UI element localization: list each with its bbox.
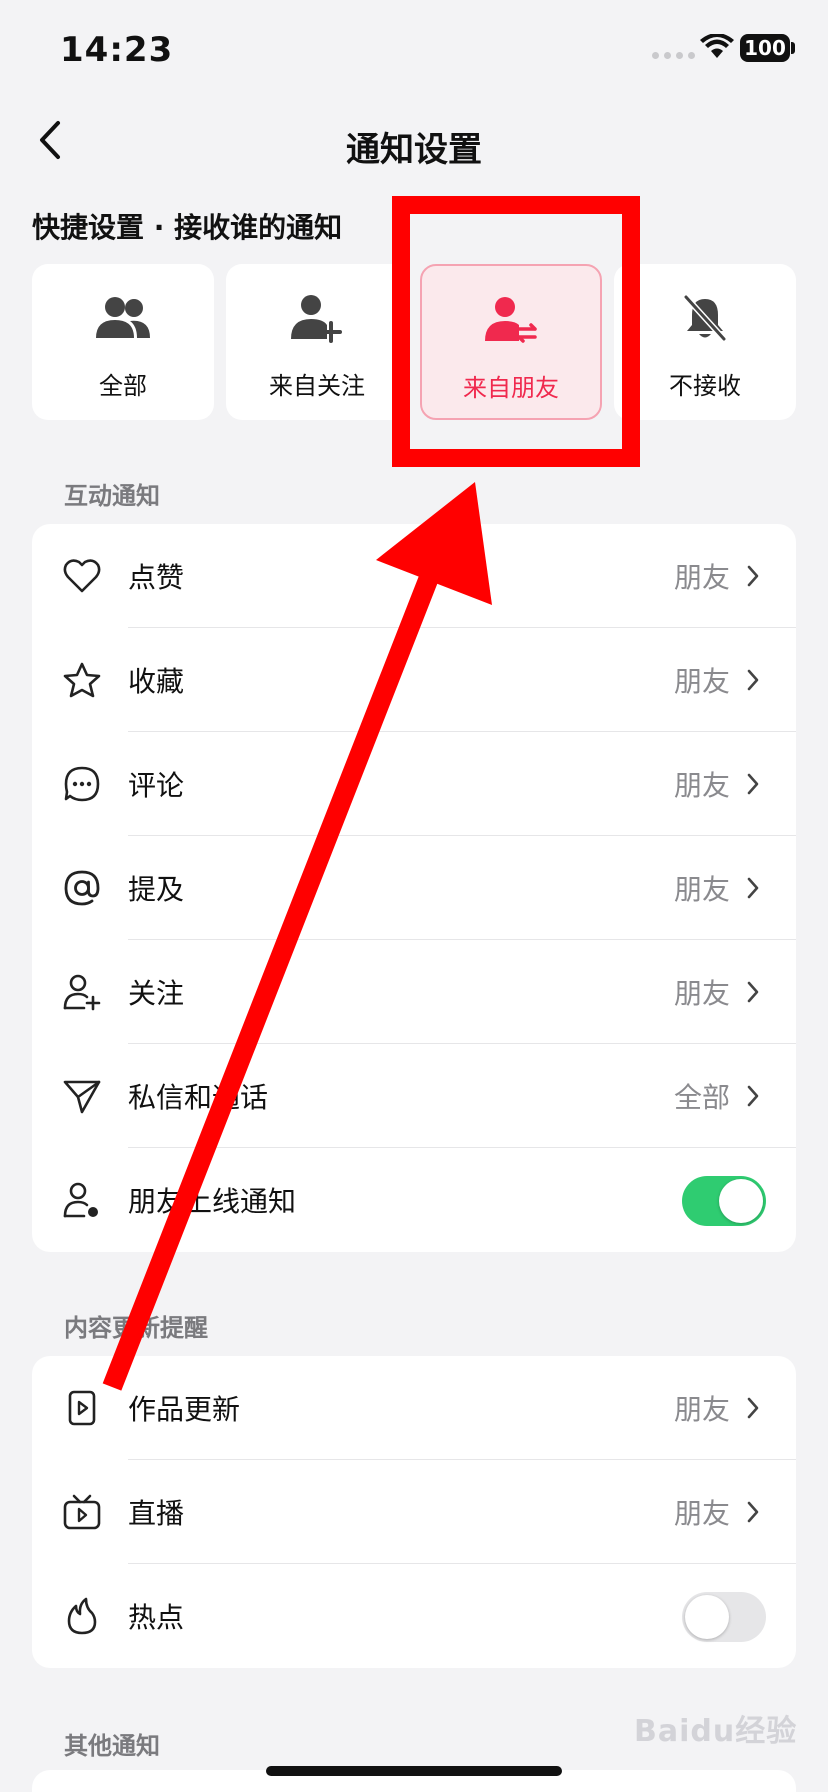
setting-label: 提及 <box>128 873 185 906</box>
section-title-interaction: 互动通知 <box>64 482 160 510</box>
setting-row-favorite[interactable]: 收藏 朋友 <box>32 628 796 732</box>
setting-label: 热点 <box>128 1601 185 1634</box>
battery-indicator: 100 <box>740 34 790 62</box>
friend-online-toggle[interactable] <box>682 1176 766 1226</box>
home-indicator[interactable] <box>266 1766 562 1776</box>
chevron-right-icon <box>747 1085 759 1107</box>
video-icon <box>62 1388 102 1428</box>
group-icon <box>94 290 152 346</box>
hot-toggle[interactable] <box>682 1592 766 1642</box>
comment-icon <box>62 764 102 804</box>
wifi-icon <box>700 34 734 58</box>
setting-row-mention[interactable]: 提及 朋友 <box>32 836 796 940</box>
quick-option-label: 全部 <box>99 372 147 400</box>
setting-label: 直播 <box>128 1497 185 1530</box>
setting-row-live[interactable]: 直播 朋友 <box>32 1460 796 1564</box>
nav-bar: 通知设置 <box>0 100 828 180</box>
star-icon <box>62 660 102 700</box>
setting-value: 朋友 <box>673 1393 730 1426</box>
setting-row-messages[interactable]: 私信和通话 全部 <box>32 1044 796 1148</box>
tv-icon <box>62 1492 102 1532</box>
quick-option-label: 不接收 <box>669 372 741 400</box>
at-icon <box>62 868 102 908</box>
watermark: Baidu经验 <box>634 1714 798 1749</box>
user-online-icon <box>62 1180 102 1220</box>
chevron-right-icon <box>747 669 759 691</box>
toggle-knob <box>719 1179 763 1223</box>
quick-option-following[interactable]: 来自关注 <box>226 264 408 420</box>
quick-option-none[interactable]: 不接收 <box>614 264 796 420</box>
user-add-icon <box>62 972 102 1012</box>
setting-label: 收藏 <box>128 665 185 698</box>
setting-value: 朋友 <box>673 1497 730 1530</box>
setting-value: 全部 <box>673 1081 730 1114</box>
section-title-content-updates: 内容更新提醒 <box>64 1314 208 1342</box>
setting-label: 评论 <box>128 769 185 802</box>
flame-icon <box>62 1596 102 1636</box>
setting-row-friend-online: 朋友上线通知 <box>32 1148 796 1252</box>
content-updates-group: 作品更新 朋友 直播 朋友 热点 <box>32 1356 796 1668</box>
quick-option-label: 来自关注 <box>269 372 365 400</box>
setting-value: 朋友 <box>673 977 730 1010</box>
status-time: 14:23 <box>60 30 174 70</box>
user-plus-icon <box>291 290 343 346</box>
chevron-right-icon <box>747 981 759 1003</box>
status-bar: 14:23 100 <box>0 0 828 100</box>
chevron-right-icon <box>747 565 759 587</box>
quick-settings-title: 快捷设置 · 接收谁的通知 <box>32 211 343 244</box>
chevron-right-icon <box>747 877 759 899</box>
setting-value: 朋友 <box>673 561 730 594</box>
page-title: 通知设置 <box>346 130 482 170</box>
setting-label: 私信和通话 <box>128 1081 269 1114</box>
setting-row-like[interactable]: 点赞 朋友 <box>32 524 796 628</box>
section-title-other: 其他通知 <box>64 1732 160 1760</box>
setting-value: 朋友 <box>673 665 730 698</box>
setting-row-works-update[interactable]: 作品更新 朋友 <box>32 1356 796 1460</box>
setting-row-comment[interactable]: 评论 朋友 <box>32 732 796 836</box>
setting-label: 点赞 <box>128 561 185 594</box>
setting-value: 朋友 <box>673 769 730 802</box>
bell-off-icon <box>680 290 730 346</box>
quick-option-label: 来自朋友 <box>463 374 559 402</box>
chevron-right-icon <box>747 1501 759 1523</box>
toggle-knob <box>685 1595 729 1639</box>
heart-icon <box>62 556 102 596</box>
user-swap-icon <box>485 292 537 348</box>
chevron-right-icon <box>747 1397 759 1419</box>
quick-option-friends[interactable]: 来自朋友 <box>420 264 602 420</box>
quick-option-all[interactable]: 全部 <box>32 264 214 420</box>
chevron-right-icon <box>747 773 759 795</box>
signal-icon <box>652 52 695 59</box>
setting-value: 朋友 <box>673 873 730 906</box>
setting-label: 朋友上线通知 <box>128 1185 297 1218</box>
send-icon <box>62 1076 102 1116</box>
setting-label: 作品更新 <box>128 1393 241 1426</box>
setting-label: 关注 <box>128 977 185 1010</box>
interaction-group: 点赞 朋友 收藏 朋友 评论 朋友 提及 朋友 关注 朋友 私信和通话 全部 朋… <box>32 524 796 1252</box>
setting-row-follow[interactable]: 关注 朋友 <box>32 940 796 1044</box>
battery-tip <box>791 42 795 54</box>
setting-row-hot: 热点 <box>32 1564 796 1668</box>
